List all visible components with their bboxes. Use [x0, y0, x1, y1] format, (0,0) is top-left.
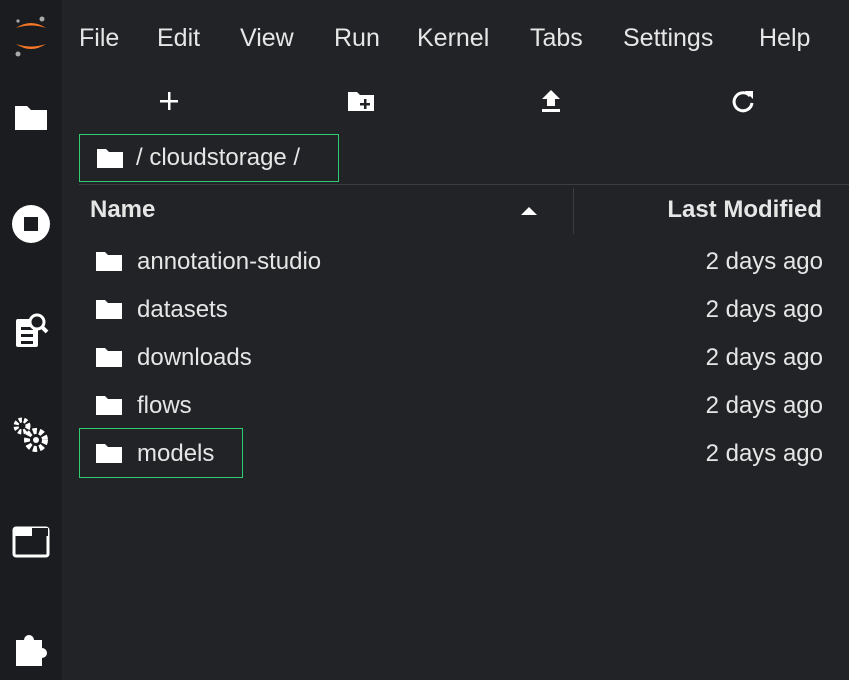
- file-row[interactable]: datasets 2 days ago: [79, 286, 849, 334]
- jupyter-logo: [0, 14, 62, 58]
- plus-icon: [160, 92, 178, 110]
- upload-button[interactable]: [531, 86, 571, 116]
- file-name[interactable]: annotation-studio: [137, 248, 321, 276]
- menu-edit[interactable]: Edit: [157, 24, 200, 53]
- sort-ascending-icon[interactable]: [520, 205, 538, 217]
- file-row[interactable]: annotation-studio 2 days ago: [79, 238, 849, 286]
- file-name[interactable]: flows: [137, 392, 192, 420]
- file-modified: 2 days ago: [705, 248, 823, 275]
- breadcrumb-path[interactable]: / cloudstorage /: [136, 144, 300, 172]
- folder-icon: [96, 252, 122, 271]
- menu-view[interactable]: View: [240, 24, 294, 53]
- menu-tabs[interactable]: Tabs: [530, 24, 583, 53]
- file-modified: 2 days ago: [705, 344, 823, 371]
- running-icon[interactable]: [0, 204, 62, 244]
- file-row[interactable]: flows 2 days ago: [79, 382, 849, 430]
- folder-icon: [96, 348, 122, 367]
- menu-file[interactable]: File: [79, 24, 119, 53]
- file-modified: 2 days ago: [705, 440, 823, 467]
- file-row[interactable]: downloads 2 days ago: [79, 334, 849, 382]
- highlight-box: [79, 428, 243, 478]
- folder-icon: [96, 300, 122, 319]
- upload-icon: [542, 90, 560, 112]
- menu-help[interactable]: Help: [759, 24, 810, 53]
- breadcrumb[interactable]: / cloudstorage /: [79, 134, 339, 182]
- column-header-modified[interactable]: Last Modified: [667, 196, 822, 224]
- file-name[interactable]: datasets: [137, 296, 228, 324]
- new-folder-button[interactable]: [341, 86, 381, 116]
- file-name[interactable]: downloads: [137, 344, 252, 372]
- new-launcher-button[interactable]: [149, 86, 189, 116]
- file-browser-icon[interactable]: [0, 102, 62, 132]
- menu-settings[interactable]: Settings: [623, 24, 713, 53]
- header-divider: [79, 184, 849, 185]
- new-folder-icon: [348, 92, 374, 111]
- refresh-icon: [732, 91, 754, 113]
- left-sidebar: [0, 0, 62, 680]
- refresh-button[interactable]: [723, 86, 763, 116]
- folder-icon: [97, 149, 123, 168]
- menu-kernel[interactable]: Kernel: [417, 24, 489, 53]
- column-header-name[interactable]: Name: [90, 196, 155, 224]
- file-modified: 2 days ago: [705, 296, 823, 323]
- extension-icon[interactable]: [0, 628, 62, 668]
- property-inspector-icon[interactable]: [0, 311, 62, 349]
- folder-icon: [96, 396, 122, 415]
- file-modified: 2 days ago: [705, 392, 823, 419]
- menu-run[interactable]: Run: [334, 24, 380, 53]
- settings-icon[interactable]: [0, 416, 62, 454]
- column-separator[interactable]: [573, 188, 574, 234]
- tabs-icon[interactable]: [0, 526, 62, 558]
